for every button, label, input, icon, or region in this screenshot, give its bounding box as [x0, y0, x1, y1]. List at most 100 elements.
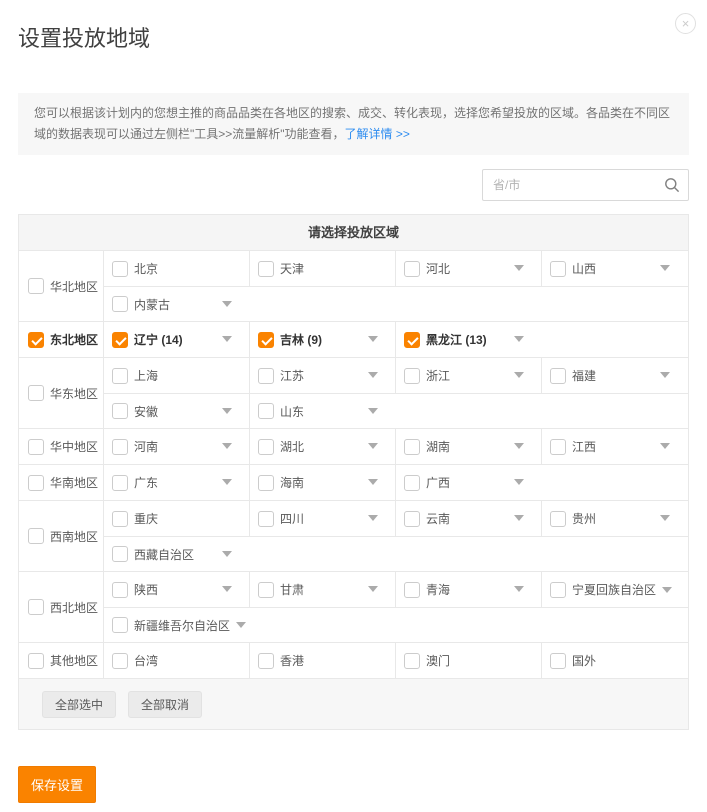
- chevron-down-icon[interactable]: [514, 336, 524, 342]
- region-checkbox[interactable]: [28, 385, 44, 401]
- region-checkbox[interactable]: [28, 528, 44, 544]
- search-input[interactable]: [482, 169, 689, 201]
- chevron-down-icon[interactable]: [514, 479, 524, 485]
- chevron-down-icon[interactable]: [514, 265, 524, 271]
- province-checkbox[interactable]: [112, 617, 128, 633]
- province-cell: 河北: [396, 251, 542, 286]
- region-label: 华北地区: [50, 278, 98, 295]
- region-row: 华北地区北京天津河北山西内蒙古: [19, 251, 688, 322]
- province-checkbox[interactable]: [404, 439, 420, 455]
- chevron-down-icon[interactable]: [368, 479, 378, 485]
- chevron-down-icon[interactable]: [222, 336, 232, 342]
- province-line: 上海 江苏 浙江 福建: [104, 358, 688, 393]
- province-checkbox[interactable]: [112, 439, 128, 455]
- province-checkbox[interactable]: [112, 653, 128, 669]
- chevron-down-icon[interactable]: [368, 408, 378, 414]
- province-label: 福建: [572, 367, 596, 384]
- province-checkbox[interactable]: [112, 403, 128, 419]
- province-checkbox[interactable]: [258, 582, 274, 598]
- region-checkbox[interactable]: [28, 653, 44, 669]
- save-settings-button[interactable]: 保存设置: [18, 766, 96, 803]
- province-label: 江苏: [280, 367, 304, 384]
- chevron-down-icon[interactable]: [368, 336, 378, 342]
- chevron-down-icon[interactable]: [660, 515, 670, 521]
- province-label: 吉林 (9): [280, 331, 322, 348]
- province-checkbox[interactable]: [258, 653, 274, 669]
- province-checkbox[interactable]: [404, 332, 420, 348]
- learn-more-link[interactable]: 了解详情 >>: [345, 127, 410, 141]
- province-checkbox[interactable]: [404, 368, 420, 384]
- province-checkbox[interactable]: [550, 653, 566, 669]
- chevron-down-icon[interactable]: [368, 372, 378, 378]
- chevron-down-icon[interactable]: [222, 551, 232, 557]
- chevron-down-icon[interactable]: [662, 587, 672, 593]
- chevron-down-icon[interactable]: [222, 443, 232, 449]
- province-label: 浙江: [426, 367, 450, 384]
- province-checkbox[interactable]: [258, 403, 274, 419]
- province-cell: 宁夏回族自治区: [542, 572, 688, 607]
- province-checkbox[interactable]: [550, 261, 566, 277]
- chevron-down-icon[interactable]: [514, 443, 524, 449]
- search-icon[interactable]: [664, 177, 680, 193]
- cancel-all-button[interactable]: 全部取消: [128, 691, 202, 718]
- province-checkbox[interactable]: [404, 261, 420, 277]
- province-line: 西藏自治区: [104, 536, 688, 571]
- province-label: 湖北: [280, 438, 304, 455]
- province-checkbox[interactable]: [112, 582, 128, 598]
- province-checkbox[interactable]: [258, 439, 274, 455]
- province-checkbox[interactable]: [258, 261, 274, 277]
- province-checkbox[interactable]: [404, 582, 420, 598]
- chevron-down-icon[interactable]: [660, 265, 670, 271]
- region-checkbox[interactable]: [28, 278, 44, 294]
- region-label: 华东地区: [50, 385, 98, 402]
- chevron-down-icon[interactable]: [514, 586, 524, 592]
- region-checkbox[interactable]: [28, 439, 44, 455]
- province-checkbox[interactable]: [258, 368, 274, 384]
- chevron-down-icon[interactable]: [222, 301, 232, 307]
- province-checkbox[interactable]: [112, 475, 128, 491]
- province-checkbox[interactable]: [112, 368, 128, 384]
- chevron-down-icon[interactable]: [660, 372, 670, 378]
- province-checkbox[interactable]: [112, 296, 128, 312]
- province-checkbox[interactable]: [258, 332, 274, 348]
- province-checkbox[interactable]: [550, 439, 566, 455]
- chevron-down-icon[interactable]: [222, 408, 232, 414]
- chevron-down-icon[interactable]: [368, 515, 378, 521]
- province-cell: 甘肃: [250, 572, 396, 607]
- province-checkbox[interactable]: [112, 511, 128, 527]
- region-label: 东北地区: [50, 331, 98, 348]
- province-checkbox[interactable]: [404, 653, 420, 669]
- province-checkbox[interactable]: [550, 511, 566, 527]
- province-lines: 河南湖北湖南江西: [104, 429, 688, 464]
- select-all-button[interactable]: 全部选中: [42, 691, 116, 718]
- chevron-down-icon[interactable]: [514, 515, 524, 521]
- region-label: 华南地区: [50, 474, 98, 491]
- close-icon[interactable]: ×: [675, 13, 696, 34]
- province-line: 辽宁 (14)吉林 (9)黑龙江 (13): [104, 322, 688, 357]
- province-checkbox[interactable]: [404, 475, 420, 491]
- province-label: 上海: [134, 367, 158, 384]
- chevron-down-icon[interactable]: [514, 372, 524, 378]
- province-checkbox[interactable]: [112, 332, 128, 348]
- region-checkbox[interactable]: [28, 475, 44, 491]
- province-label: 甘肃: [280, 581, 304, 598]
- province-cell: 山西: [542, 251, 688, 286]
- region-row: 东北地区辽宁 (14)吉林 (9)黑龙江 (13): [19, 322, 688, 358]
- chevron-down-icon[interactable]: [222, 479, 232, 485]
- chevron-down-icon[interactable]: [660, 443, 670, 449]
- province-checkbox[interactable]: [550, 368, 566, 384]
- province-checkbox[interactable]: [550, 582, 566, 598]
- chevron-down-icon[interactable]: [236, 622, 246, 628]
- province-label: 西藏自治区: [134, 546, 194, 563]
- region-checkbox[interactable]: [28, 599, 44, 615]
- region-checkbox[interactable]: [28, 332, 44, 348]
- province-checkbox[interactable]: [258, 475, 274, 491]
- province-checkbox[interactable]: [112, 546, 128, 562]
- chevron-down-icon[interactable]: [368, 443, 378, 449]
- province-checkbox[interactable]: [112, 261, 128, 277]
- chevron-down-icon[interactable]: [222, 586, 232, 592]
- page-title: 设置投放地域: [18, 26, 689, 52]
- province-checkbox[interactable]: [258, 511, 274, 527]
- chevron-down-icon[interactable]: [368, 586, 378, 592]
- province-checkbox[interactable]: [404, 511, 420, 527]
